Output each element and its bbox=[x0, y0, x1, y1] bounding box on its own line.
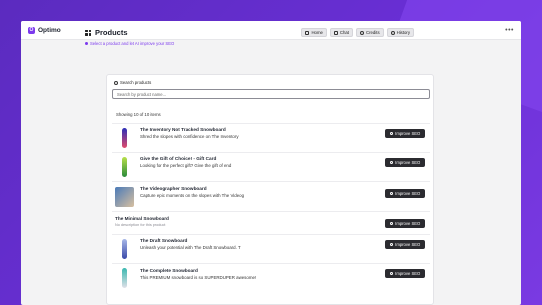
sparkle-icon bbox=[389, 271, 394, 276]
info-icon bbox=[85, 42, 88, 45]
improve-seo-button[interactable]: Improve SEO bbox=[385, 219, 425, 228]
gift-card-image bbox=[122, 157, 127, 177]
history-label: History bbox=[396, 30, 410, 35]
product-title: The Minimal Snowboard bbox=[115, 216, 169, 221]
snowboard-image bbox=[122, 239, 127, 259]
improve-seo-label: Improve SEO bbox=[395, 271, 421, 276]
chat-label: Chat bbox=[339, 30, 349, 35]
product-row[interactable]: The Minimal Snowboard No description for… bbox=[112, 211, 430, 234]
improve-seo-label: Improve SEO bbox=[395, 191, 421, 196]
nav-buttons: Home Chat Credits History bbox=[301, 28, 414, 37]
product-image bbox=[115, 267, 134, 289]
items-count: Showing 10 of 10 items bbox=[116, 112, 161, 117]
improve-seo-label: Improve SEO bbox=[395, 160, 421, 165]
product-title: The Draft Snowboard bbox=[140, 238, 188, 243]
page-subtitle: Select a product and let AI improve your… bbox=[85, 41, 414, 46]
product-description: This PREMIUM snowboard is so SUPERDUPER … bbox=[140, 275, 257, 280]
home-button[interactable]: Home bbox=[301, 28, 327, 37]
chat-button[interactable]: Chat bbox=[329, 28, 353, 37]
home-label: Home bbox=[311, 30, 323, 35]
product-title: The Complete Snowboard bbox=[140, 268, 198, 273]
product-description: Unleash your potential with The Draft Sn… bbox=[140, 245, 241, 250]
credits-icon bbox=[360, 30, 364, 35]
app-name: Optimo bbox=[38, 26, 61, 34]
page-header: Products Select a product and let AI imp… bbox=[85, 28, 414, 48]
product-description: Shred the slopes with confidence on The … bbox=[140, 134, 239, 139]
sparkle-icon bbox=[389, 160, 394, 165]
products-card: Search products Search by product name..… bbox=[106, 74, 434, 305]
improve-seo-label: Improve SEO bbox=[395, 221, 421, 226]
product-description: Capture epic moments on the slopes with … bbox=[140, 193, 245, 198]
history-icon bbox=[390, 30, 395, 35]
chat-icon bbox=[333, 30, 338, 35]
credits-label: Credits bbox=[366, 30, 380, 35]
snowboard-image bbox=[122, 268, 127, 288]
improve-seo-button[interactable]: Improve SEO bbox=[385, 189, 425, 198]
credits-button[interactable]: Credits bbox=[356, 28, 384, 37]
search-placeholder: Search by product name... bbox=[117, 91, 167, 97]
search-icon bbox=[114, 80, 118, 85]
app-logo[interactable]: O Optimo bbox=[28, 26, 61, 34]
sparkle-icon bbox=[389, 242, 394, 247]
sparkle-icon bbox=[389, 191, 394, 196]
home-icon bbox=[305, 30, 310, 35]
product-title: The Videographer Snowboard bbox=[140, 186, 207, 191]
grid-icon bbox=[85, 29, 91, 36]
improve-seo-button[interactable]: Improve SEO bbox=[385, 158, 425, 167]
page-title: Products bbox=[95, 28, 128, 37]
product-description: No description for this product bbox=[115, 223, 166, 227]
snowboard-image bbox=[122, 128, 127, 148]
search-label: Search products bbox=[114, 80, 151, 85]
product-row[interactable]: Give the Gift of Choice! - Gift Card Loo… bbox=[112, 152, 430, 181]
search-label-text: Search products bbox=[120, 80, 152, 85]
improve-seo-label: Improve SEO bbox=[395, 131, 421, 136]
more-menu-icon[interactable]: ••• bbox=[505, 27, 514, 34]
product-row[interactable]: The Inventory Not Tracked Snowboard Shre… bbox=[112, 123, 430, 152]
product-title: Give the Gift of Choice! - Gift Card bbox=[140, 156, 217, 161]
product-row[interactable]: The Draft Snowboard Unleash your potenti… bbox=[112, 234, 430, 263]
product-row[interactable]: The Complete Snowboard This PREMIUM snow… bbox=[112, 263, 430, 292]
sparkle-icon bbox=[389, 221, 394, 226]
logo-icon: O bbox=[28, 26, 35, 34]
subtitle-text: Select a product and let AI improve your… bbox=[90, 41, 175, 46]
improve-seo-button[interactable]: Improve SEO bbox=[385, 269, 425, 278]
product-image bbox=[115, 186, 134, 208]
videographer-image bbox=[115, 187, 134, 207]
product-image bbox=[115, 156, 134, 178]
product-title: The Inventory Not Tracked Snowboard bbox=[140, 127, 226, 132]
improve-seo-button[interactable]: Improve SEO bbox=[385, 129, 425, 138]
improve-seo-button[interactable]: Improve SEO bbox=[385, 240, 425, 249]
search-input[interactable]: Search by product name... bbox=[112, 89, 430, 99]
product-image bbox=[115, 238, 134, 260]
product-row[interactable]: The Videographer Snowboard Capture epic … bbox=[112, 181, 430, 211]
improve-seo-label: Improve SEO bbox=[395, 242, 421, 247]
product-description: Looking for the perfect gift? Give the g… bbox=[140, 163, 232, 168]
product-image bbox=[115, 127, 134, 149]
history-button[interactable]: History bbox=[386, 28, 414, 37]
sparkle-icon bbox=[389, 131, 394, 136]
